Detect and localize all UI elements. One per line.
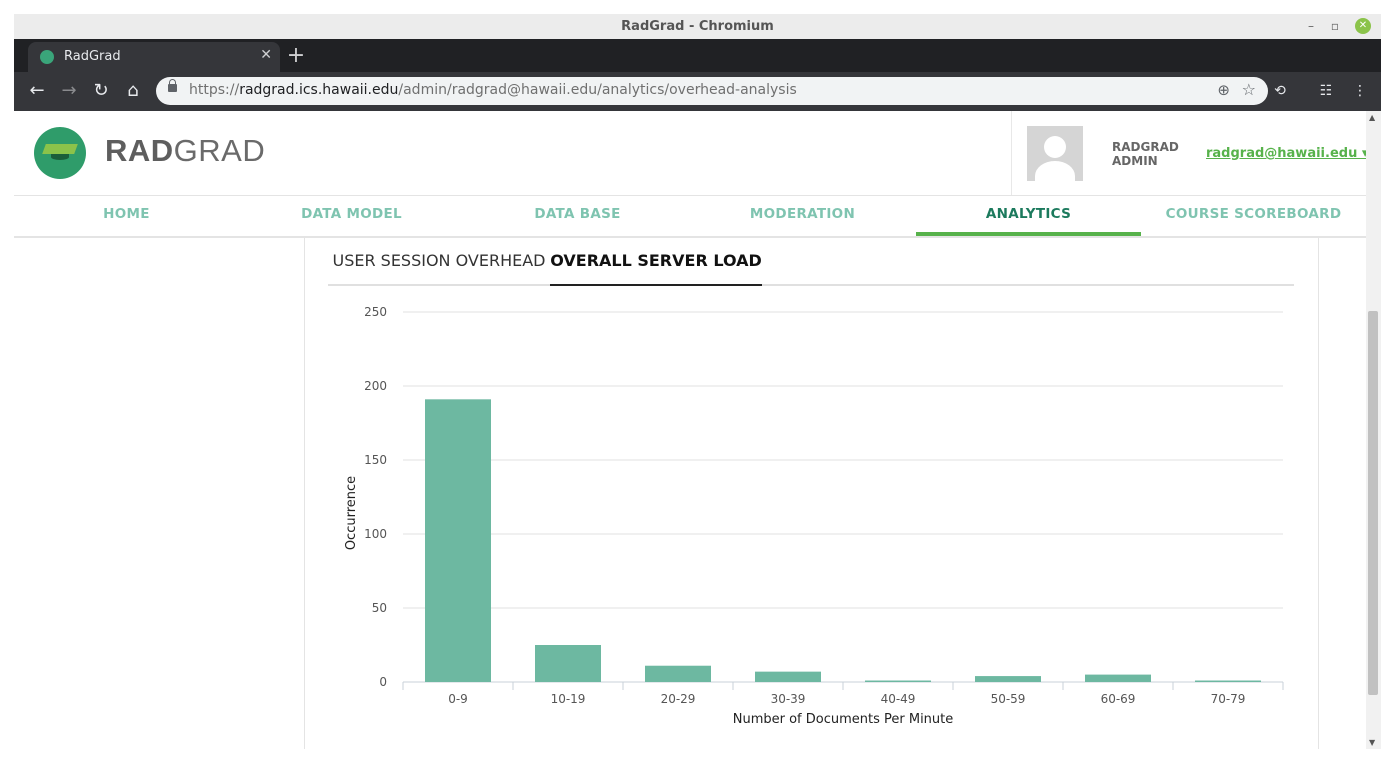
x-tick-label: 60-69 <box>1101 692 1136 706</box>
y-axis-label: Occurrence <box>344 476 359 550</box>
browser-toolbar: ← → ↻ ⌂ https://radgrad.ics.hawaii.edu/a… <box>14 72 1381 111</box>
bar-20-29 <box>645 665 711 682</box>
browser-tab-title: RadGrad <box>64 49 121 64</box>
page-scrollbar[interactable]: ▲ ▼ <box>1366 111 1381 749</box>
back-icon[interactable]: ← <box>26 81 48 101</box>
y-tick-label: 50 <box>372 601 387 615</box>
address-bar[interactable]: https://radgrad.ics.hawaii.edu/admin/rad… <box>156 77 1268 105</box>
new-tab-icon[interactable]: + <box>284 43 308 68</box>
incognito-icon[interactable]: ☷ <box>1316 81 1336 101</box>
y-tick-label: 150 <box>364 453 387 467</box>
tab-close-icon[interactable]: ✕ <box>260 47 272 63</box>
maximize-icon[interactable]: ▫ <box>1327 18 1343 34</box>
bar-60-69 <box>1085 674 1151 682</box>
y-tick-label: 250 <box>364 305 387 319</box>
x-tick-label: 50-59 <box>991 692 1026 706</box>
close-window-icon[interactable]: ✕ <box>1355 18 1371 34</box>
forward-icon[interactable]: → <box>58 81 80 101</box>
lock-icon <box>168 79 177 92</box>
x-tick-label: 40-49 <box>881 692 916 706</box>
browser-tab[interactable]: RadGrad ✕ <box>28 42 280 72</box>
bar-10-19 <box>535 645 601 682</box>
x-tick-label: 20-29 <box>661 692 696 706</box>
home-icon[interactable]: ⌂ <box>122 81 144 101</box>
scrollbar-thumb[interactable] <box>1368 311 1378 695</box>
server-load-chart: 0 50 100 150 200 250 0-9 10-19 20-29 30-39 40-49 50… <box>344 305 1284 727</box>
x-axis-label: Number of Documents Per Minute <box>733 712 954 727</box>
bar-50-59 <box>975 676 1041 682</box>
bar-70-79 <box>1195 680 1261 682</box>
url-text[interactable]: https://radgrad.ics.hawaii.edu/admin/rad… <box>189 82 797 98</box>
x-tick-label: 30-39 <box>771 692 806 706</box>
x-tick-label: 10-19 <box>551 692 586 706</box>
menu-icon[interactable]: ⋮ <box>1350 81 1370 101</box>
page-viewport: RADGRAD RADGRAD ADMIN radgrad@hawaii.edu… <box>14 111 1366 749</box>
bar-0-9 <box>425 399 491 682</box>
x-tick-label: 70-79 <box>1211 692 1246 706</box>
zoom-icon[interactable]: ⊕ <box>1217 81 1230 99</box>
y-tick-label: 200 <box>364 379 387 393</box>
x-tick-label: 0-9 <box>448 692 468 706</box>
y-tick-label: 100 <box>364 527 387 541</box>
tab-strip: RadGrad ✕ + <box>14 39 1381 72</box>
scroll-up-icon[interactable]: ▲ <box>1369 113 1375 122</box>
favicon-icon <box>40 50 54 64</box>
reload-icon[interactable]: ↻ <box>90 81 112 101</box>
scroll-down-icon[interactable]: ▼ <box>1369 738 1375 747</box>
window-title: RadGrad - Chromium <box>621 19 774 34</box>
bar-30-39 <box>755 671 821 682</box>
bookmark-star-icon[interactable]: ☆ <box>1242 80 1256 99</box>
minimize-icon[interactable]: – <box>1303 18 1319 34</box>
window-titlebar: RadGrad - Chromium – ▫ ✕ <box>14 14 1381 40</box>
extension-icon[interactable]: ⟲ <box>1270 81 1290 101</box>
bar-40-49 <box>865 680 931 682</box>
y-tick-label: 0 <box>379 675 387 689</box>
